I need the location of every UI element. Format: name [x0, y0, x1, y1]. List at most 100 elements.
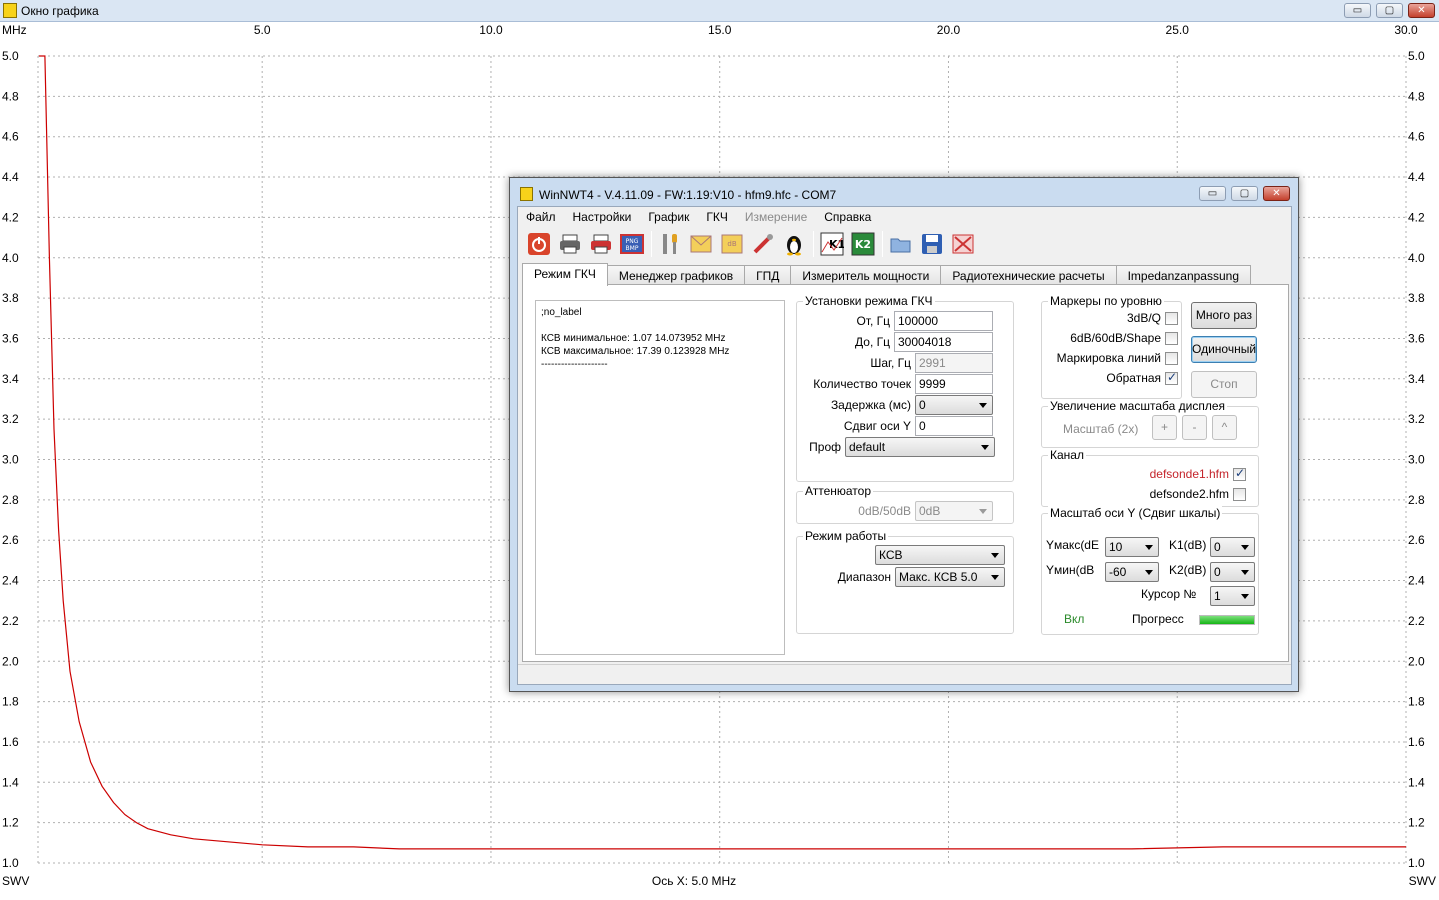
y-tick-label-right: 2.2: [1408, 614, 1425, 628]
channel1-checkbox[interactable]: [1233, 466, 1246, 481]
y-tick-label-left: 2.4: [2, 574, 19, 588]
mode-select[interactable]: КСВ: [875, 545, 1005, 565]
tab-rf-calculations[interactable]: Радиотехнические расчеты: [940, 265, 1117, 286]
tab-graph-manager[interactable]: Менеджер графиков: [606, 265, 746, 286]
tab-sweep-mode[interactable]: Режим ГКЧ: [522, 263, 608, 286]
x-tick-label: 20.0: [937, 23, 961, 37]
channel2-checkbox[interactable]: [1233, 487, 1246, 501]
y-tick-label-right: 2.6: [1408, 533, 1425, 547]
from-hz-input[interactable]: 100000: [894, 311, 993, 331]
envelope-icon[interactable]: [688, 231, 714, 257]
channel2-label: defsonde2.hfm: [1149, 487, 1229, 501]
status-bar: [518, 664, 1291, 684]
profile-select[interactable]: default: [845, 437, 995, 457]
mode-title: Режим работы: [803, 529, 889, 543]
attenuator-select: 0dB: [915, 501, 993, 521]
y-tick-label-left: 2.2: [2, 614, 19, 628]
y-axis-label-right: SWV: [1409, 874, 1436, 888]
dialog-minimize-button[interactable]: ▭: [1199, 186, 1226, 201]
points-input[interactable]: 9999: [915, 374, 993, 394]
svg-text:K1: K1: [829, 238, 844, 251]
marker-inverse-checkbox[interactable]: [1165, 370, 1178, 385]
channel1-label: defsonde1.hfm: [1149, 467, 1229, 481]
dialog-title: WinNWT4 - V.4.11.09 - FW:1.19:V10 - hfm9…: [539, 188, 837, 202]
ymax-label: Yмакс(dE: [1046, 538, 1099, 552]
cursor-label: Курсор №: [1141, 587, 1197, 601]
x-unit-label: MHz: [2, 23, 27, 37]
y-tick-label-left: 3.8: [2, 291, 19, 305]
ymin-select[interactable]: -60: [1105, 562, 1159, 582]
print-color-icon[interactable]: [588, 231, 614, 257]
zoom-plus-button: +: [1152, 415, 1177, 440]
range-select[interactable]: Макс. КСВ 5.0: [895, 567, 1005, 587]
menu-file[interactable]: Файл: [526, 210, 556, 224]
outer-title-bar: Окно графика ▭ ▢ ✕: [0, 0, 1439, 22]
print-icon[interactable]: [557, 231, 583, 257]
toolbar-separator: [882, 231, 883, 257]
power-icon[interactable]: [526, 231, 552, 257]
y-tick-label-left: 4.2: [2, 210, 19, 224]
sweep-continuous-button[interactable]: Много раз: [1191, 302, 1257, 329]
sweep-settings-title: Установки режима ГКЧ: [803, 294, 935, 308]
menu-graph[interactable]: График: [648, 210, 689, 224]
menu-bar: Файл Настройки График ГКЧ Измерение Спра…: [518, 207, 1291, 227]
y-tick-label-left: 4.8: [2, 89, 19, 103]
x-axis-scale-label: Ось X: 5.0 MHz: [652, 874, 736, 888]
k2-select[interactable]: 0: [1210, 562, 1255, 582]
minimize-button[interactable]: ▭: [1344, 3, 1371, 18]
progress-label: Прогресс: [1132, 612, 1184, 626]
y-tick-label-left: 3.4: [2, 372, 19, 386]
step-label: Шаг, Гц: [870, 356, 911, 370]
maximize-button[interactable]: ▢: [1376, 3, 1403, 18]
dialog-close-button[interactable]: ✕: [1263, 186, 1290, 201]
ymax-select[interactable]: 10: [1105, 537, 1159, 557]
to-hz-input[interactable]: 30004018: [894, 332, 993, 352]
marker-6db-checkbox[interactable]: [1165, 331, 1178, 345]
marker-3db-label: 3dB/Q: [1126, 311, 1161, 325]
cursor-select[interactable]: 1: [1210, 586, 1255, 606]
dialog-title-bar[interactable]: WinNWT4 - V.4.11.09 - FW:1.19:V10 - hfm9…: [510, 178, 1298, 208]
menu-measure: Измерение: [744, 210, 808, 224]
y-tick-label-left: 4.6: [2, 130, 19, 144]
info-separator: --------------------: [541, 359, 608, 370]
menu-help[interactable]: Справка: [824, 210, 871, 224]
open-folder-icon[interactable]: [888, 231, 914, 257]
y-tick-label-right: 4.0: [1408, 251, 1425, 265]
export-image-icon[interactable]: PNG BMP: [619, 231, 645, 257]
dialog-client: Файл Настройки График ГКЧ Измерение Спра…: [517, 206, 1292, 685]
tab-vfo[interactable]: ГПД: [744, 265, 792, 286]
measurement-info-box[interactable]: ;no_label КСВ минимальное: 1.07 14.07395…: [535, 300, 785, 655]
save-icon[interactable]: [919, 231, 945, 257]
svg-text:K2: K2: [855, 238, 871, 251]
tab-impedance-matching[interactable]: Impedanzanpassung: [1115, 265, 1251, 286]
y-tick-label-right: 1.0: [1408, 856, 1425, 870]
x-tick-label: 5.0: [254, 23, 271, 37]
tab-power-meter[interactable]: Измеритель мощности: [790, 265, 942, 286]
marker-6db-label: 6dB/60dB/Shape: [1070, 331, 1161, 345]
wrench-icon[interactable]: [750, 231, 776, 257]
dialog-maximize-button[interactable]: ▢: [1231, 186, 1258, 201]
db-icon[interactable]: dB: [719, 231, 745, 257]
sweep-single-button[interactable]: Одиночный: [1191, 336, 1257, 363]
y-tick-label-left: 2.8: [2, 493, 19, 507]
k2-graph-icon[interactable]: K2: [850, 231, 876, 257]
marker-3db-checkbox[interactable]: [1165, 311, 1178, 325]
close-button[interactable]: ✕: [1408, 3, 1435, 18]
y-tick-label-right: 5.0: [1408, 49, 1425, 63]
outer-window-title: Окно графика: [21, 4, 99, 18]
y-tick-label-right: 3.6: [1408, 331, 1425, 345]
y-tick-label-right: 1.6: [1408, 735, 1425, 749]
k1-select[interactable]: 0: [1210, 537, 1255, 557]
marker-lines-checkbox[interactable]: [1165, 351, 1178, 365]
menu-sweep[interactable]: ГКЧ: [706, 210, 728, 224]
tools-icon[interactable]: [657, 231, 683, 257]
y-tick-label-right: 3.8: [1408, 291, 1425, 305]
delay-select[interactable]: 0: [915, 395, 993, 415]
linux-icon[interactable]: [781, 231, 807, 257]
k1-graph-icon[interactable]: K1: [819, 231, 845, 257]
close-file-icon[interactable]: [950, 231, 976, 257]
menu-settings[interactable]: Настройки: [573, 210, 632, 224]
yshift-input[interactable]: 0: [915, 416, 993, 436]
k1-label: K1(dB): [1169, 538, 1207, 552]
sweep-tab-panel: ;no_label КСВ минимальное: 1.07 14.07395…: [522, 284, 1289, 662]
